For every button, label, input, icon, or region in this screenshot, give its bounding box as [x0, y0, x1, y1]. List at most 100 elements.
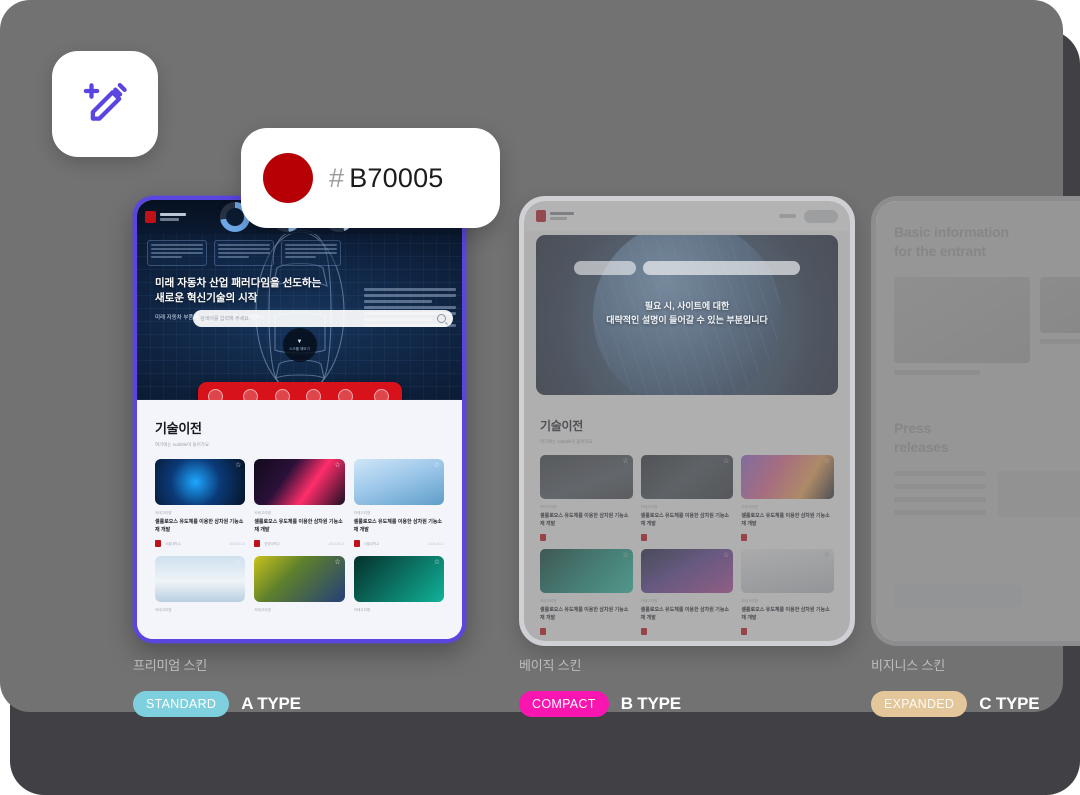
bookmark-star-icon[interactable]: ☆	[334, 559, 340, 566]
hero-section-b: 필요 시, 사이트에 대한 대략적인 설명이 들어갈 수 있는 부분입니다	[536, 235, 838, 395]
tech-card-title: 셀룰로오스 유도체를 이용한 삼차원 기능소재 개발	[155, 519, 244, 533]
tech-card-category: 카테고리명	[640, 505, 658, 509]
bookmark-star-icon[interactable]: ☆	[723, 552, 729, 559]
hero-headline-b: 필요 시, 사이트에 대한 대략적인 설명이 들어갈 수 있는 부분입니다	[536, 299, 838, 327]
bookmark-star-icon[interactable]: ☆	[723, 458, 729, 465]
bookmark-star-icon[interactable]: ☆	[334, 462, 340, 469]
skin-preview-a[interactable]: 미래 자동차 산업 패러다임을 선도하는 새로운 혁신기술의 시작 미래 자동차…	[133, 196, 466, 643]
tech-card[interactable]: ☆ 카테고리명	[254, 556, 345, 613]
site-preview-c: Basic information for the entrant Press …	[876, 201, 1080, 641]
section-subtitle-b: 여기에는 subtitle이 들어가요.	[540, 439, 594, 444]
skin-card-a[interactable]: 미래 자동차 산업 패러다임을 선도하는 새로운 혁신기술의 시작 미래 자동차…	[133, 196, 466, 643]
skin-card-c[interactable]: Basic information for the entrant Press …	[871, 196, 1080, 646]
search-placeholder: 검색어를 입력해 주세요.	[200, 316, 251, 322]
tech-card-category: 카테고리명	[540, 505, 557, 509]
tech-card-category: 카테고리명	[155, 511, 172, 515]
hero-search-input-a[interactable]: 검색어를 입력해 주세요.	[193, 310, 453, 327]
info-card	[281, 240, 341, 266]
org-logo-icon	[640, 534, 647, 541]
bookmark-star-icon[interactable]: ☆	[434, 462, 440, 469]
skin-card-b[interactable]: 필요 시, 사이트에 대한 대략적인 설명이 들어갈 수 있는 부분입니다 기술…	[519, 196, 855, 646]
preview-a-body: 기술이전 여기에는 subtitle이 들어가요. ☆ 카테고리명 셀룰로오스 …	[137, 400, 462, 639]
preview-b-topbar	[524, 201, 850, 231]
tech-card[interactable]: ☆ 카테고리명 셀룰로오스 유도체를 이용한 삼차원 기능소재 개발 서울대학교…	[353, 459, 444, 547]
quick-nav-bar-a[interactable]: 첨단 아카데미 사업화 지원 인증 기술	[197, 382, 402, 400]
status-badge-b[interactable]: COMPACT	[519, 691, 609, 717]
side-image	[1040, 277, 1080, 333]
color-value-chip[interactable]: # B70005	[241, 128, 500, 228]
bookmark-star-icon[interactable]: ☆	[235, 559, 241, 566]
hero-search-row-b[interactable]	[574, 261, 800, 275]
hex-value: B70005	[349, 162, 444, 193]
hero-title-line-2: 새로운 혁신기술의 시작	[155, 292, 258, 304]
skin-card-list: 미래 자동차 산업 패러다임을 선도하는 새로운 혁신기술의 시작 미래 자동차…	[0, 0, 1080, 712]
quick-nav-item[interactable]: 첨단 아카데미	[205, 388, 226, 400]
bookmark-star-icon[interactable]: ☆	[622, 458, 628, 465]
tech-card-thumbnail: ☆	[155, 556, 246, 602]
tech-card[interactable]: ☆ 카테고리명 셀룰로오스 유도체를 이용한 삼차원 기능소재 개발 서울대학교…	[155, 459, 246, 547]
tech-card[interactable]: ☆ 카테고리명 셀룰로오스 유도체를 이용한 삼차원 기능소재 개발	[540, 549, 633, 635]
tech-card[interactable]: ☆ 카테고리명	[353, 556, 444, 613]
topbar-button[interactable]	[804, 209, 838, 223]
section-title-b: 기술이전	[540, 419, 583, 433]
tech-card[interactable]: ☆ 카테고리명 셀룰로오스 유도체를 이용한 삼차원 기능소재 개발 한양대학교…	[254, 459, 345, 547]
tech-card-source: 서울대학교	[363, 542, 380, 546]
heading-2-line-1: Press	[894, 420, 932, 436]
tech-card[interactable]: ☆ 카테고리명 셀룰로오스 유도체를 이용한 삼차원 기능소재 개발	[741, 455, 834, 541]
category-select-b[interactable]	[574, 261, 636, 275]
feature-image	[894, 277, 1030, 363]
nav-item-icon	[306, 388, 322, 400]
bookmark-star-icon[interactable]: ☆	[434, 559, 440, 566]
tech-card-meta	[540, 628, 633, 635]
press-thumbnail	[998, 471, 1080, 517]
skin-type-row-b: COMPACT B TYPE	[519, 691, 681, 717]
status-badge-a[interactable]: STANDARD	[133, 691, 230, 717]
org-logo-icon	[741, 628, 748, 635]
bookmark-star-icon[interactable]: ☆	[824, 458, 830, 465]
nav-item-icon	[374, 388, 390, 400]
preview-c-media-row	[894, 277, 1080, 375]
nav-item-icon	[338, 388, 354, 400]
skin-caption-b: 베이직 스킨 COMPACT B TYPE	[519, 655, 681, 717]
logo-wordmark	[160, 213, 186, 221]
search-icon	[437, 314, 446, 323]
skin-preview-c[interactable]: Basic information for the entrant Press …	[871, 196, 1080, 646]
tech-card-meta: 한양대학교 2024.05.21	[254, 540, 345, 547]
tech-card[interactable]: ☆ 카테고리명	[155, 556, 246, 613]
site-preview-b: 필요 시, 사이트에 대한 대략적인 설명이 들어갈 수 있는 부분입니다 기술…	[524, 201, 850, 641]
status-badge-c[interactable]: EXPANDED	[871, 691, 968, 717]
org-logo-icon	[741, 534, 748, 541]
tech-card-category: 카테고리명	[254, 608, 271, 612]
quick-nav-item[interactable]: 반도체기술융합	[370, 388, 393, 400]
skin-type-label-a: A TYPE	[241, 694, 301, 713]
quick-nav-item[interactable]: 기기 센터	[306, 388, 322, 400]
bookmark-star-icon[interactable]: ☆	[824, 552, 830, 559]
preview-b-body: 기술이전 여기에는 subtitle이 들어가요. ☆ 카테고리명 셀룰로오스 …	[524, 403, 850, 641]
quick-nav-item[interactable]: 기술이 중심	[337, 388, 355, 400]
search-input-b[interactable]	[643, 261, 800, 275]
tech-card-title: 셀룰로오스 유도체를 이용한 삼차원 기능소재 개발	[640, 513, 730, 527]
feature-block	[894, 277, 1030, 375]
preview-c-press-row	[894, 471, 1080, 523]
quick-nav-item[interactable]: 인증 기술	[275, 388, 291, 400]
skin-type-label-c: C TYPE	[979, 694, 1040, 713]
bookmark-star-icon[interactable]: ☆	[235, 462, 241, 469]
tech-card-thumbnail: ☆	[254, 459, 345, 505]
tech-card-thumbnail: ☆	[254, 556, 345, 602]
skin-preview-b[interactable]: 필요 시, 사이트에 대한 대략적인 설명이 들어갈 수 있는 부분입니다 기술…	[519, 196, 855, 646]
tech-card[interactable]: ☆ 카테고리명 셀룰로오스 유도체를 이용한 삼차원 기능소재 개발	[741, 549, 834, 635]
topbar-link[interactable]	[779, 214, 796, 218]
bookmark-star-icon[interactable]: ☆	[622, 552, 628, 559]
skin-type-row-a: STANDARD A TYPE	[133, 691, 301, 717]
tech-card-source: 서울대학교	[165, 542, 181, 546]
tech-card[interactable]: ☆ 카테고리명 셀룰로오스 유도체를 이용한 삼차원 기능소재 개발	[540, 455, 633, 541]
tech-card-date: 2024.05.21	[428, 541, 444, 546]
tech-card[interactable]: ☆ 카테고리명 셀룰로오스 유도체를 이용한 삼차원 기능소재 개발	[640, 549, 734, 635]
logo-wordmark	[550, 212, 574, 220]
nav-item-icon	[275, 388, 291, 400]
skin-name-a: 프리미엄 스킨	[133, 658, 207, 673]
quick-nav-item[interactable]: 사업화 지원	[242, 388, 260, 400]
scroll-hint-button[interactable]: ▼ 스크롤 해보기	[282, 328, 317, 362]
tech-card-title: 셀룰로오스 유도체를 이용한 삼차원 기능소재 개발	[540, 513, 629, 527]
tech-card[interactable]: ☆ 카테고리명 셀룰로오스 유도체를 이용한 삼차원 기능소재 개발	[640, 455, 734, 541]
